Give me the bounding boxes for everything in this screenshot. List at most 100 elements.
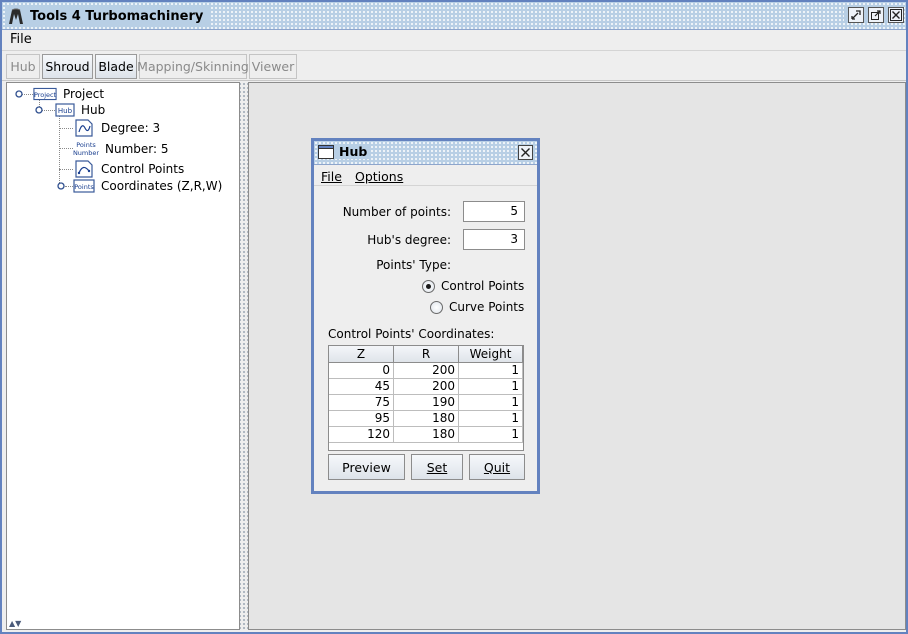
hub-dialog-menu-bar: File Options — [314, 166, 537, 186]
tree-label-control-points: Control Points — [101, 162, 185, 176]
shroud-button[interactable]: Shroud — [42, 54, 93, 79]
table-row: 45 200 1 — [329, 379, 523, 395]
tree-node-control-points[interactable]: Control Points — [73, 159, 184, 179]
number-icon-text-bottom: Number — [73, 149, 99, 157]
mapping-skinning-button[interactable]: Mapping/Skinning — [137, 54, 249, 79]
hubs-degree-label: Hub's degree: — [367, 233, 451, 247]
table-cell[interactable]: 75 — [329, 395, 394, 410]
tree-node-number[interactable]: Points Number Number: 5 — [73, 139, 169, 159]
radio-unselected-icon — [430, 300, 443, 314]
number-of-points-input[interactable]: 5 — [463, 201, 525, 222]
tree-expand-handle-icon[interactable] — [35, 106, 43, 114]
hub-icon: Hub — [55, 103, 75, 117]
split-divider-handle[interactable] — [240, 82, 248, 630]
close-button[interactable] — [888, 7, 904, 23]
table-header-z[interactable]: Z — [329, 346, 394, 362]
menu-file[interactable]: File — [10, 32, 32, 47]
hub-icon-text: Hub — [58, 107, 73, 115]
coordinates-table: Z R Weight 0 200 1 45 200 1 75 190 1 95 … — [328, 345, 524, 451]
table-cell[interactable]: 1 — [459, 379, 523, 394]
project-tree: Project Project Hub Hub Degree: 3 Points… — [6, 82, 240, 630]
quit-button-label: Quit — [483, 459, 511, 475]
tree-connector — [41, 110, 55, 111]
table-row: 120 180 1 — [329, 427, 523, 443]
table-cell[interactable]: 1 — [459, 363, 523, 378]
curve-points-radio[interactable]: Curve Points — [430, 300, 524, 314]
hub-dialog: Hub File Options Number of points: 5 Hub… — [311, 138, 540, 494]
table-row: 0 200 1 — [329, 363, 523, 379]
minimize-button[interactable] — [848, 7, 864, 23]
toolbar: Hub Shroud Blade Mapping/Skinning Viewer — [2, 52, 906, 81]
table-cell[interactable]: 190 — [394, 395, 459, 410]
tree-connector — [59, 115, 60, 187]
table-row: 75 190 1 — [329, 395, 523, 411]
hub-dialog-title-wrap: Hub — [318, 144, 372, 159]
control-points-radio-label: Control Points — [441, 279, 525, 293]
tree-node-coordinates[interactable]: Points Coordinates (Z,R,W) — [73, 177, 222, 195]
hub-dialog-title-bar[interactable]: Hub — [314, 141, 537, 165]
number-of-points-label: Number of points: — [342, 205, 451, 219]
table-cell[interactable]: 95 — [329, 411, 394, 426]
number-icon: PointsNumber — [73, 141, 99, 157]
hub-button[interactable]: Hub — [6, 54, 40, 79]
tree-label-project: Project — [63, 87, 105, 101]
table-header-r[interactable]: R — [394, 346, 459, 362]
tree-connector — [59, 128, 73, 129]
table-cell[interactable]: 200 — [394, 363, 459, 378]
dialog-menu-options[interactable]: Options — [355, 169, 403, 184]
window-controls — [844, 7, 904, 23]
shroud-button-label: Shroud — [45, 59, 90, 74]
radio-selected-icon — [422, 279, 435, 293]
project-icon-text: Project — [34, 91, 57, 99]
hubs-degree-input[interactable]: 3 — [463, 229, 525, 250]
set-button[interactable]: Set — [411, 454, 463, 480]
table-cell[interactable]: 120 — [329, 427, 394, 442]
table-cell[interactable]: 45 — [329, 379, 394, 394]
dialog-window-icon — [318, 144, 334, 159]
title-bar[interactable]: Tools 4 Turbomachinery — [2, 2, 906, 30]
hub-button-label: Hub — [10, 59, 36, 74]
tree-connector — [59, 169, 73, 170]
table-row: 95 180 1 — [329, 411, 523, 427]
collapse-arrows-icon[interactable]: ▲▼ — [9, 619, 21, 628]
dialog-menu-file[interactable]: File — [321, 169, 342, 184]
table-header: Z R Weight — [329, 346, 523, 363]
tree-node-degree[interactable]: Degree: 3 — [73, 118, 160, 138]
quit-button[interactable]: Quit — [469, 454, 525, 480]
title-wrap: Tools 4 Turbomachinery — [6, 6, 210, 26]
menu-bar: File — [2, 30, 906, 51]
window-title: Tools 4 Turbomachinery — [30, 8, 204, 24]
coordinates-icon-text: Points — [74, 183, 94, 191]
app-logo-icon — [9, 8, 23, 24]
tree-expand-handle-icon[interactable] — [15, 90, 23, 98]
tree-node-hub[interactable]: Hub Hub — [55, 101, 105, 119]
number-icon-text-top: Points — [76, 141, 96, 149]
project-icon: Project — [33, 87, 57, 101]
dialog-menu-file-label: File — [321, 169, 342, 184]
maximize-icon — [871, 10, 881, 20]
table-cell[interactable]: 1 — [459, 411, 523, 426]
table-header-weight[interactable]: Weight — [459, 346, 523, 362]
tree-label-coordinates: Coordinates (Z,R,W) — [101, 179, 223, 193]
degree-icon — [75, 119, 93, 137]
minimize-icon — [851, 10, 861, 20]
hub-dialog-close-button[interactable] — [518, 145, 533, 160]
table-cell[interactable]: 180 — [394, 411, 459, 426]
control-points-radio[interactable]: Control Points — [422, 279, 524, 293]
maximize-button[interactable] — [868, 7, 884, 23]
coordinates-table-label: Control Points' Coordinates: — [328, 327, 495, 341]
table-cell[interactable]: 0 — [329, 363, 394, 378]
table-cell[interactable]: 1 — [459, 427, 523, 442]
viewer-button[interactable]: Viewer — [249, 54, 297, 79]
tree-connector — [65, 186, 73, 187]
blade-button-label: Blade — [98, 59, 134, 74]
preview-button[interactable]: Preview — [328, 454, 405, 480]
table-cell[interactable]: 180 — [394, 427, 459, 442]
table-cell[interactable]: 200 — [394, 379, 459, 394]
table-cell[interactable]: 1 — [459, 395, 523, 410]
tree-expand-handle-icon[interactable] — [57, 182, 65, 190]
mapping-skinning-button-label: Mapping/Skinning — [137, 59, 249, 74]
blade-button[interactable]: Blade — [95, 54, 137, 79]
set-button-label: Set — [426, 459, 448, 475]
viewer-button-label: Viewer — [251, 59, 295, 74]
